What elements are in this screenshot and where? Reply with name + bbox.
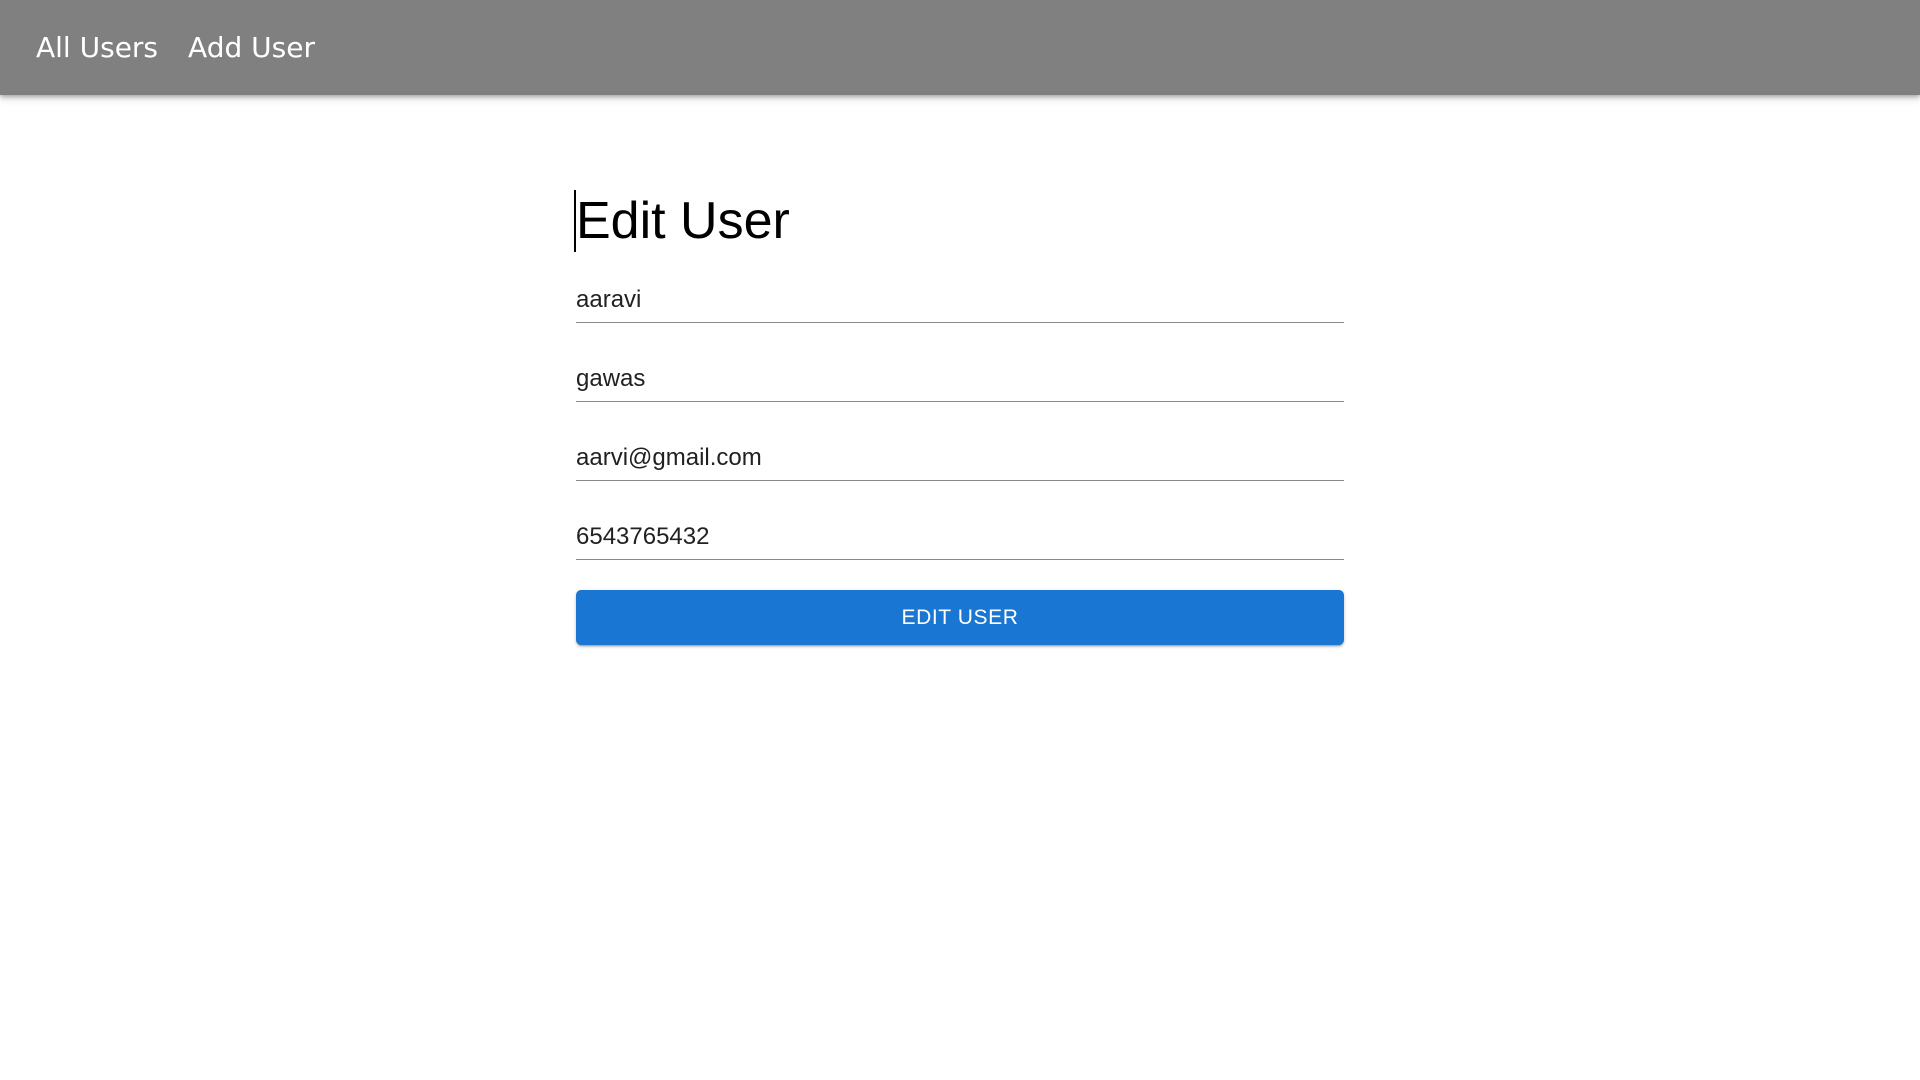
top-app-bar: All Users Add User bbox=[0, 0, 1920, 95]
last-name-input[interactable] bbox=[576, 365, 1344, 393]
first-name-input[interactable] bbox=[576, 286, 1344, 314]
last-name-field-container bbox=[576, 355, 1344, 402]
page-title: Edit User bbox=[574, 190, 1344, 252]
edit-user-form: Edit User EDIT USER bbox=[574, 190, 1344, 645]
nav-link-all-users[interactable]: All Users bbox=[36, 33, 158, 62]
edit-user-button[interactable]: EDIT USER bbox=[576, 590, 1344, 645]
nav-link-add-user[interactable]: Add User bbox=[188, 33, 315, 62]
email-field-container bbox=[576, 434, 1344, 481]
phone-input[interactable] bbox=[576, 523, 1344, 551]
phone-field-container bbox=[576, 513, 1344, 560]
email-input[interactable] bbox=[576, 444, 1344, 472]
first-name-field-container bbox=[576, 276, 1344, 323]
